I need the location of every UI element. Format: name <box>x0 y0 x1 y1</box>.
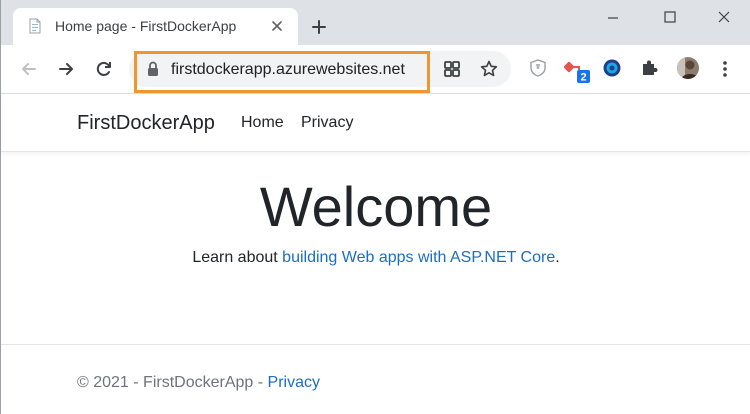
address-highlight-box <box>134 51 430 93</box>
nav-link-privacy[interactable]: Privacy <box>301 114 353 132</box>
close-icon[interactable] <box>270 19 284 33</box>
shield-extension-icon[interactable] <box>528 58 548 78</box>
footer-privacy-link[interactable]: Privacy <box>268 374 320 391</box>
forward-arrow-icon[interactable] <box>56 59 76 79</box>
page-icon <box>29 18 41 34</box>
site-footer: © 2021 - FirstDockerApp - Privacy <box>77 374 320 392</box>
window-close-icon[interactable] <box>716 9 732 25</box>
more-menu-icon[interactable] <box>715 59 735 79</box>
site-navbar: FirstDockerApp Home Privacy <box>1 94 750 152</box>
tab-title: Home page - FirstDockerApp <box>55 18 237 34</box>
nav-link-home[interactable]: Home <box>241 114 284 132</box>
learn-suffix-text: . <box>555 249 560 266</box>
aspnet-docs-link[interactable]: building Web apps with ASP.NET Core <box>282 249 555 266</box>
circle-extension-icon[interactable] <box>602 58 622 78</box>
browser-window: Home page - FirstDockerApp 2 firstdocker… <box>0 0 750 414</box>
extension-badge-count: 2 <box>580 72 586 84</box>
minimize-icon[interactable] <box>605 9 621 25</box>
footer-divider <box>1 344 750 345</box>
new-tab-icon[interactable] <box>311 19 327 35</box>
profile-avatar-icon[interactable] <box>676 56 700 80</box>
maximize-icon[interactable] <box>662 9 678 25</box>
site-brand-link[interactable]: FirstDockerApp <box>77 112 215 135</box>
learn-prefix-text: Learn about <box>192 249 283 266</box>
reload-icon[interactable] <box>94 59 114 79</box>
web-page: FirstDockerApp Home Privacy Welcome Lear… <box>1 94 750 414</box>
grid-qr-icon[interactable] <box>442 59 462 79</box>
puzzle-extensions-icon[interactable] <box>639 58 659 78</box>
back-arrow-icon[interactable] <box>19 59 39 79</box>
tab-strip: Home page - FirstDockerApp <box>1 0 750 45</box>
learn-paragraph: Learn about building Web apps with ASP.N… <box>1 249 750 267</box>
star-bookmark-icon[interactable] <box>479 59 499 79</box>
footer-copyright: © 2021 - FirstDockerApp - <box>77 374 268 391</box>
welcome-heading: Welcome <box>259 175 493 238</box>
diagram-extension-icon[interactable]: 2 <box>564 57 592 85</box>
tab-home-page[interactable]: Home page - FirstDockerApp <box>13 8 298 45</box>
